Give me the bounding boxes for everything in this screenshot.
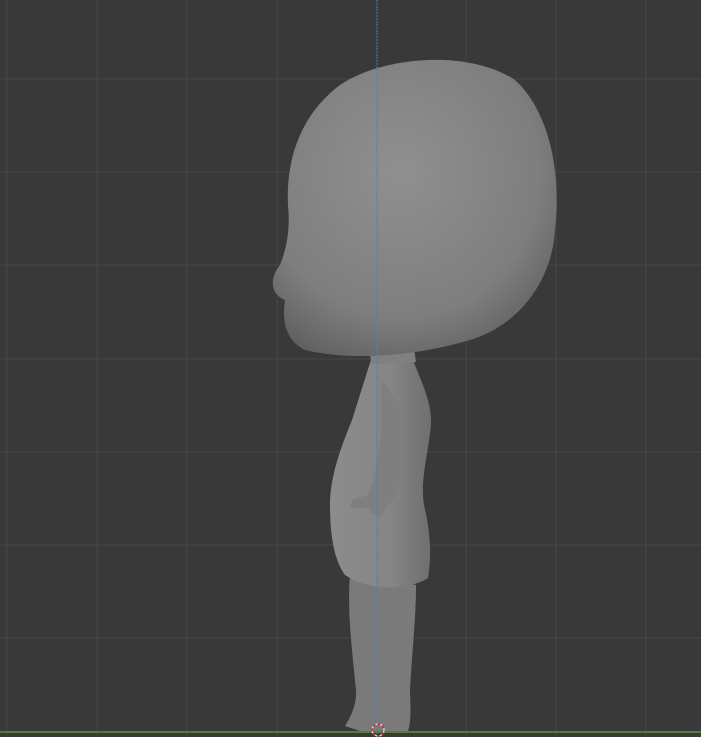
model-head xyxy=(272,59,557,357)
3d-viewport[interactable] xyxy=(0,0,701,737)
model-leg xyxy=(345,575,416,731)
viewport-scene[interactable] xyxy=(0,0,701,737)
chibi-model[interactable] xyxy=(272,59,557,731)
